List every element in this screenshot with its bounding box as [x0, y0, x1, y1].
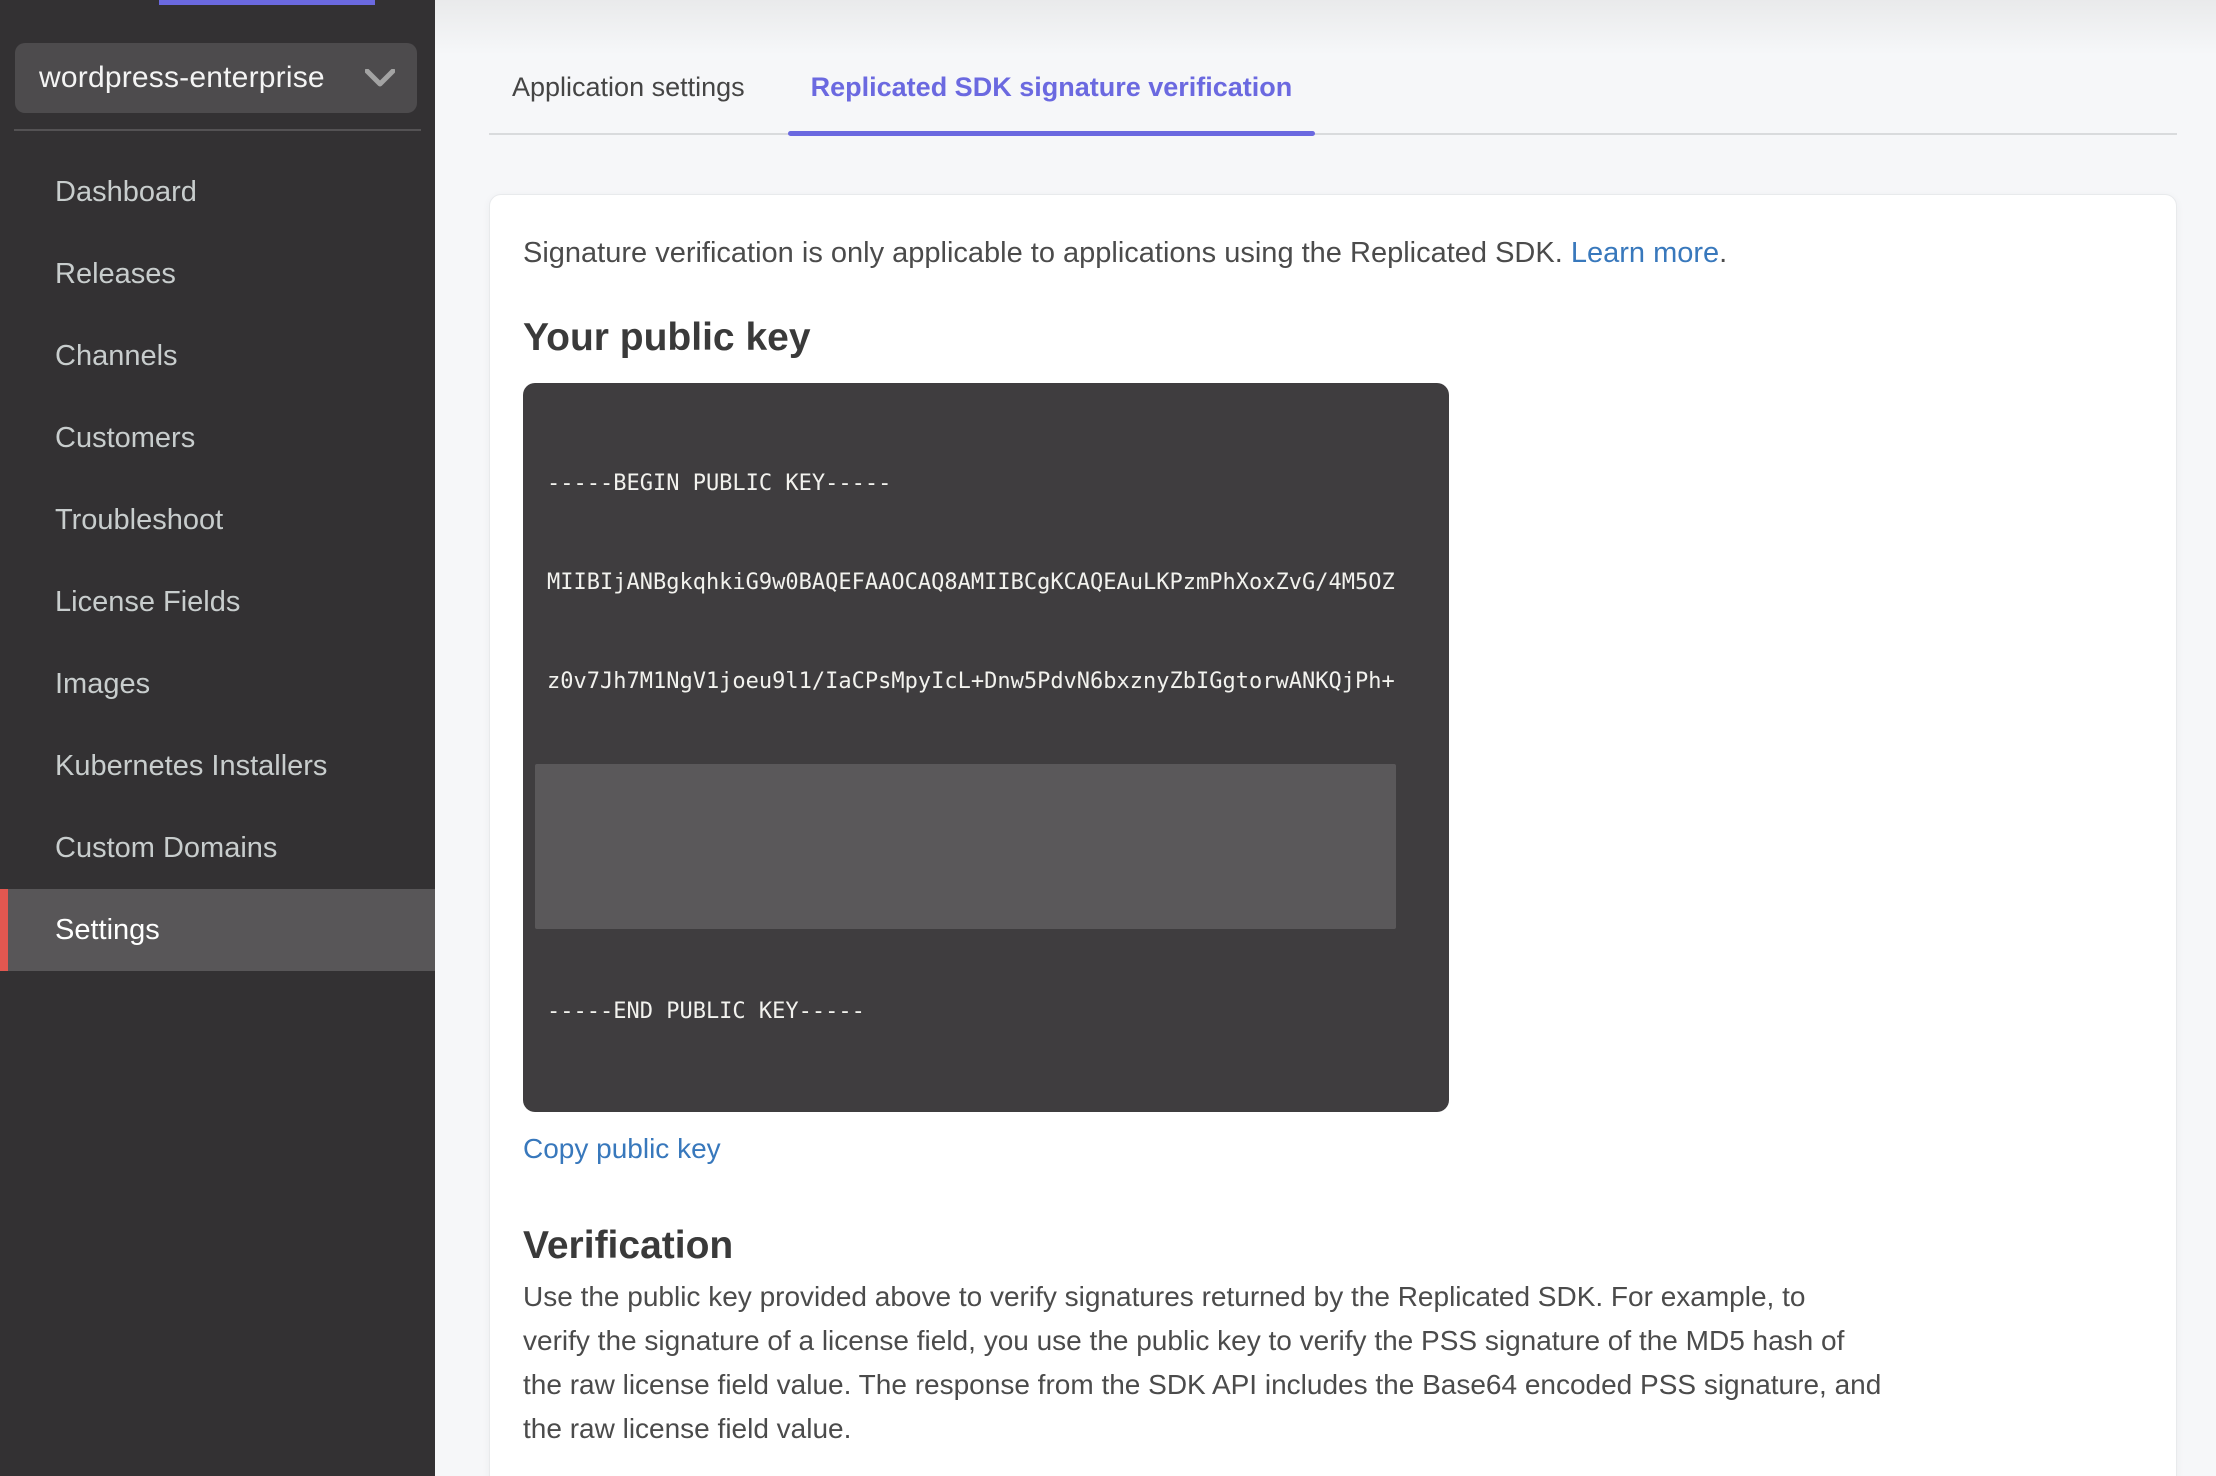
code-tab-python[interactable]: Python: [1463, 1455, 1781, 1476]
paragraph-line: the raw license field value. The respons…: [523, 1369, 1882, 1400]
sidebar: wordpress-enterprise Dashboard Releases …: [0, 0, 435, 1476]
sidebar-item-settings[interactable]: Settings: [0, 889, 435, 971]
public-key-heading: Your public key: [523, 316, 811, 359]
paragraph-line: Use the public key provided above to ver…: [523, 1281, 1806, 1312]
sidebar-item-troubleshoot[interactable]: Troubleshoot: [0, 479, 435, 561]
verification-paragraph: Use the public key provided above to ver…: [523, 1275, 2143, 1451]
sidebar-item-license-fields[interactable]: License Fields: [0, 561, 435, 643]
learn-more-link[interactable]: Learn more: [1571, 237, 1719, 269]
pem-end-line: -----END PUBLIC KEY-----: [547, 999, 865, 1024]
sidebar-item-kubernetes-installers[interactable]: Kubernetes Installers: [0, 725, 435, 807]
sidebar-item-customers[interactable]: Customers: [0, 397, 435, 479]
sidebar-item-custom-domains[interactable]: Custom Domains: [0, 807, 435, 889]
tab-replicated-sdk-signature-verification[interactable]: Replicated SDK signature verification: [787, 42, 1316, 136]
code-language-tabbar: Go NodeJS TypeScript Python: [523, 1455, 1781, 1476]
copy-public-key-link[interactable]: Copy public key: [523, 1134, 721, 1164]
paragraph-line: verify the signature of a license field,…: [523, 1325, 1845, 1356]
sidebar-item-dashboard[interactable]: Dashboard: [0, 151, 435, 233]
pem-line: z0v7Jh7M1NgV1joeu9l1/IaCPsMpyIcL+Dnw5Pdv…: [547, 669, 1395, 694]
app-selector-value: wordpress-enterprise: [39, 61, 325, 94]
paragraph-line: the raw license field value.: [523, 1413, 852, 1444]
signature-verification-card: Signature verification is only applicabl…: [489, 194, 2177, 1476]
pem-line: MIIBIjANBgkqhkiG9w0BAQEFAAOCAQ8AMIIBCgKC…: [547, 570, 1395, 595]
pem-begin-line: -----BEGIN PUBLIC KEY-----: [547, 471, 892, 496]
intro-text: Signature verification is only applicabl…: [523, 233, 2143, 273]
code-tab-nodejs[interactable]: NodeJS: [803, 1455, 1126, 1476]
app-selector-dropdown[interactable]: wordpress-enterprise: [15, 43, 417, 113]
verification-heading: Verification: [523, 1224, 734, 1267]
public-key-block: -----BEGIN PUBLIC KEY----- MIIBIjANBgkqh…: [523, 383, 1449, 1112]
sidebar-item-images[interactable]: Images: [0, 643, 435, 725]
chevron-down-icon: [365, 69, 395, 87]
settings-tabbar: Application settings Replicated SDK sign…: [489, 0, 2177, 136]
main-content: Application settings Replicated SDK sign…: [435, 0, 2216, 1476]
code-tab-typescript[interactable]: TypeScript: [1126, 1455, 1463, 1476]
sidebar-item-channels[interactable]: Channels: [0, 315, 435, 397]
sidebar-nav: Dashboard Releases Channels Customers Tr…: [0, 151, 435, 971]
intro-suffix: .: [1719, 237, 1728, 269]
sidebar-divider: [14, 129, 421, 131]
code-tab-go[interactable]: Go: [523, 1455, 803, 1476]
intro-sentence: Signature verification is only applicabl…: [523, 237, 1563, 269]
sidebar-item-releases[interactable]: Releases: [0, 233, 435, 315]
tab-application-settings[interactable]: Application settings: [489, 42, 768, 133]
pem-redacted-area: [535, 764, 1396, 929]
top-accent-bar: [159, 0, 375, 5]
